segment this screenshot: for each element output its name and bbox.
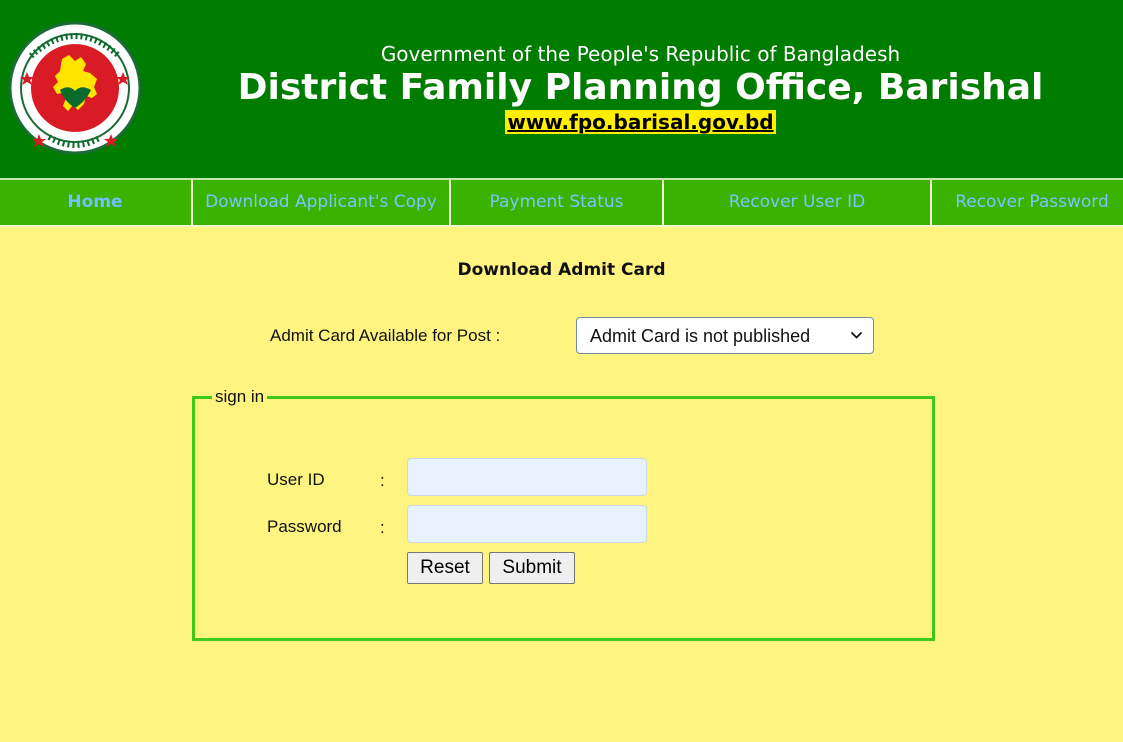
nav-download-applicant-copy[interactable]: Download Applicant's Copy (193, 180, 449, 225)
website-link[interactable]: www.fpo.barisal.gov.bd (505, 110, 776, 134)
nav-payment-status[interactable]: Payment Status (451, 180, 662, 225)
nav-home[interactable]: Home (0, 180, 190, 225)
signin-fieldset: sign in User ID : Password : Reset Submi… (192, 385, 935, 641)
password-label: Password (267, 517, 342, 536)
password-colon: : (380, 518, 385, 537)
nav-recover-user-id[interactable]: Recover User ID (664, 180, 930, 225)
signin-legend: sign in (212, 385, 268, 409)
main-navigation: Home Download Applicant's Copy Payment S… (0, 178, 1123, 227)
nav-recover-password[interactable]: Recover Password (932, 180, 1123, 225)
submit-button[interactable]: Submit (489, 552, 575, 584)
page-title: Download Admit Card (457, 260, 666, 280)
user-id-label: User ID (267, 470, 325, 489)
reset-button[interactable]: Reset (407, 552, 483, 584)
post-select-dropdown[interactable]: Admit Card is not published (576, 317, 874, 354)
chevron-down-icon (851, 332, 862, 339)
post-selector-label: Admit Card Available for Post : (270, 326, 501, 345)
user-id-input[interactable] (407, 458, 647, 496)
user-id-colon: : (380, 471, 385, 490)
office-title: District Family Planning Office, Barisha… (237, 67, 1044, 108)
site-header: Government of the People's Republic of B… (0, 0, 1123, 178)
password-input[interactable] (407, 505, 647, 543)
post-select-value: Admit Card is not published (590, 326, 811, 346)
